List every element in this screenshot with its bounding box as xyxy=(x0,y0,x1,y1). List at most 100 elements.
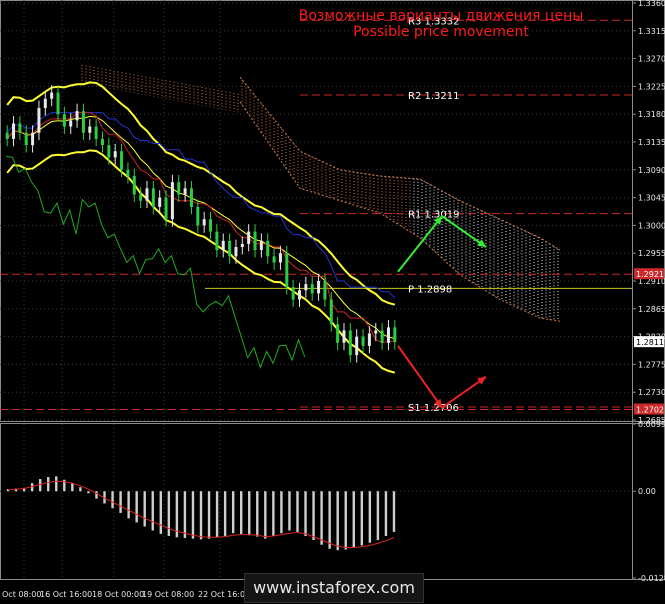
macd-bar xyxy=(183,491,187,538)
candle-body xyxy=(37,108,41,133)
candle-body xyxy=(247,231,251,244)
candle-body xyxy=(75,111,79,121)
candle-body xyxy=(113,151,117,158)
candle-body xyxy=(342,330,346,343)
price-tick-label: 1.2955 xyxy=(638,249,665,258)
chart-title-en: Possible price movement xyxy=(353,24,529,40)
candle-body xyxy=(151,188,155,207)
macd-bar xyxy=(215,491,219,538)
price-tick-label: 1.3180 xyxy=(638,110,665,119)
candle-body xyxy=(272,256,276,263)
macd-bar xyxy=(47,477,50,492)
candle-body xyxy=(24,132,28,146)
level-label-r2: R2 1.3211 xyxy=(408,91,459,102)
candle-body xyxy=(329,299,333,325)
macd-bar xyxy=(231,491,235,534)
price-tick-label: 1.3315 xyxy=(638,27,665,36)
price-label: 1.2811 xyxy=(636,338,664,347)
candle-body xyxy=(304,284,308,291)
macd-bar xyxy=(71,483,74,492)
macd-bar xyxy=(392,491,396,532)
macd-bar xyxy=(296,491,299,532)
candle-body xyxy=(355,336,359,356)
price-tick-label: 1.3135 xyxy=(638,138,665,147)
macd-bar xyxy=(127,491,130,519)
macd-bar xyxy=(344,491,347,550)
time-tick-label: 18 Oct 00:00 xyxy=(92,590,144,599)
candle-body xyxy=(259,240,263,251)
price-tick-label: 1.2775 xyxy=(638,360,665,369)
price-tick-label: 1.3270 xyxy=(638,55,665,64)
macd-bar xyxy=(360,491,364,546)
candle-body xyxy=(386,327,390,343)
candle-body xyxy=(285,253,289,288)
price-label: 1.2702 xyxy=(636,405,664,414)
level-label-s1: S1 1.2706 xyxy=(408,403,459,414)
candle-body xyxy=(336,324,340,343)
macd-bar xyxy=(312,491,315,541)
macd-bar xyxy=(384,491,388,536)
level-label-r1: R1 1.3019 xyxy=(408,210,459,221)
macd-tick-label: 0.00 xyxy=(638,487,656,496)
candle-body xyxy=(221,240,225,251)
candle-body xyxy=(234,247,238,257)
macd-bar xyxy=(248,491,251,536)
candle-body xyxy=(228,240,232,257)
macd-bar xyxy=(240,491,243,534)
chart-window: 1.3360 1.3315 1.3270 1.3225 1.3180 1.3135 1.30… xyxy=(0,0,665,604)
macd-bar xyxy=(191,491,195,539)
candle-body xyxy=(367,333,371,346)
candle-body xyxy=(62,114,66,127)
scenario-down-arrow-head xyxy=(477,376,486,385)
macd-bar xyxy=(87,491,90,494)
senkou-span-a xyxy=(239,76,561,251)
candle-body xyxy=(202,219,206,226)
macd-bar xyxy=(256,491,259,537)
price-tick-label: 1.2865 xyxy=(638,305,665,314)
tenkan-line xyxy=(6,112,395,344)
price-label: 1.2921 xyxy=(636,270,664,279)
watermark[interactable]: www.instaforex.com xyxy=(244,573,424,603)
candle-body xyxy=(310,284,314,294)
candle-body xyxy=(43,98,47,109)
macd-bar xyxy=(272,491,275,536)
time-tick-label: 22 Oct 16:00 xyxy=(198,590,250,599)
candle-body xyxy=(5,132,9,139)
price-tick-label: 1.3225 xyxy=(638,82,665,91)
candle-body xyxy=(183,188,187,195)
candle-body xyxy=(240,243,244,248)
candle-body xyxy=(31,132,35,146)
macd-bar xyxy=(336,491,339,551)
candle-body xyxy=(298,290,301,300)
candle-body xyxy=(317,281,321,294)
price-panel-frame xyxy=(0,0,665,422)
candle-body xyxy=(126,169,130,176)
candle-body xyxy=(189,188,193,207)
macd-bar xyxy=(199,491,203,540)
candle-body xyxy=(266,240,270,257)
macd-bar xyxy=(320,491,323,545)
time-tick-label: Oct 08:00 xyxy=(2,590,41,599)
macd-bar xyxy=(264,491,267,539)
candle-body xyxy=(158,197,162,207)
macd-bar xyxy=(151,491,154,531)
price-tick-label: 1.3090 xyxy=(638,166,665,175)
chikou-line xyxy=(6,155,306,369)
candle-body xyxy=(12,123,16,139)
level-label-p: P 1.2898 xyxy=(408,284,452,295)
macd-bar xyxy=(175,491,179,538)
macd-bar xyxy=(159,491,162,534)
macd-bar xyxy=(352,491,355,548)
macd-bar xyxy=(135,491,138,523)
macd-bar xyxy=(288,491,291,531)
candle-body xyxy=(69,120,73,127)
candle-body xyxy=(139,194,143,201)
candle-body xyxy=(291,287,295,300)
candle-body xyxy=(361,336,365,346)
candle-body xyxy=(209,219,213,232)
macd-bar xyxy=(119,491,122,513)
candle-body xyxy=(278,253,282,263)
scenario-down-arrow-path xyxy=(397,345,487,410)
candle-body xyxy=(101,138,104,146)
candle-body xyxy=(50,92,54,99)
